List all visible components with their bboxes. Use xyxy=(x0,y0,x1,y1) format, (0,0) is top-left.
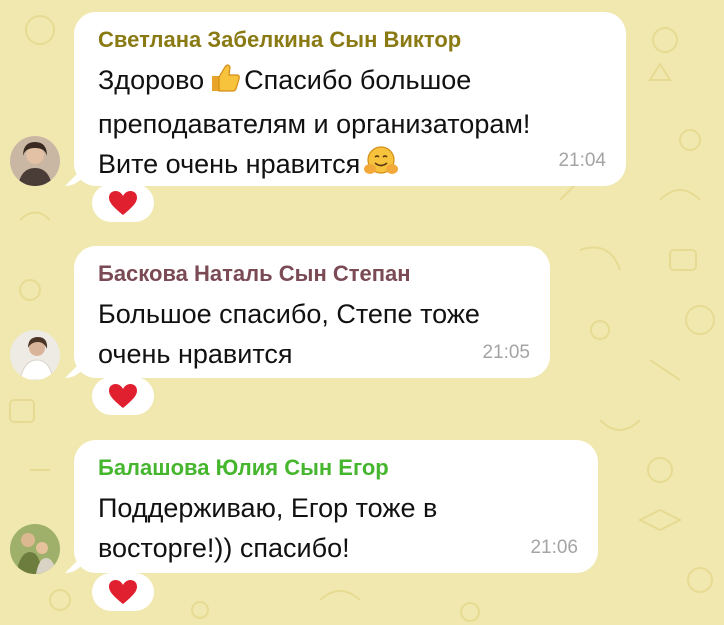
message-timestamp: 21:05 xyxy=(482,342,530,363)
sender-name[interactable]: Баскова Наталь Сын Степан xyxy=(98,260,530,288)
message-timestamp: 21:04 xyxy=(558,150,606,171)
message-timestamp: 21:06 xyxy=(530,537,578,558)
message-bubble[interactable]: Балашова Юлия Сын Егор Поддерживаю, Егор… xyxy=(74,440,598,573)
message-text-line: Большое спасибо, Степе тоже xyxy=(98,299,480,329)
red-heart-icon xyxy=(109,191,137,215)
message-text: Здорово Спасибо большое преподавателям и … xyxy=(98,60,606,188)
hugging-face-emoji xyxy=(364,145,399,188)
reaction-badge[interactable] xyxy=(92,573,154,611)
red-heart-icon xyxy=(109,384,137,408)
avatar[interactable] xyxy=(10,524,60,574)
avatar[interactable] xyxy=(10,136,60,186)
message-bubble[interactable]: Баскова Наталь Сын Степан Большое спасиб… xyxy=(74,246,550,378)
message-text: Поддерживаю, Егор тоже в восторге!)) спа… xyxy=(98,488,578,568)
message-bubble[interactable]: Светлана Забелкина Сын Виктор Здорово Спа… xyxy=(74,12,626,186)
message-text-part: Вите очень нравится xyxy=(98,149,361,179)
reaction-badge[interactable] xyxy=(92,184,154,222)
message-text-line: очень нравится xyxy=(98,339,293,369)
message-text-part: Спасибо большое xyxy=(244,65,472,95)
message-text-part: Здорово xyxy=(98,65,205,95)
reaction-badge[interactable] xyxy=(92,377,154,415)
red-heart-icon xyxy=(109,580,137,604)
avatar[interactable] xyxy=(10,330,60,380)
message-text: Большое спасибо, Степе тоже очень нравит… xyxy=(98,294,530,374)
thumbs-up-emoji xyxy=(208,63,241,104)
message-text-line: Поддерживаю, Егор тоже в xyxy=(98,493,438,523)
sender-name[interactable]: Светлана Забелкина Сын Виктор xyxy=(98,26,606,54)
message-text-line: преподавателям и организаторам! xyxy=(98,109,531,139)
sender-name[interactable]: Балашова Юлия Сын Егор xyxy=(98,454,578,482)
message-text-line: восторге!)) спасибо! xyxy=(98,533,350,563)
